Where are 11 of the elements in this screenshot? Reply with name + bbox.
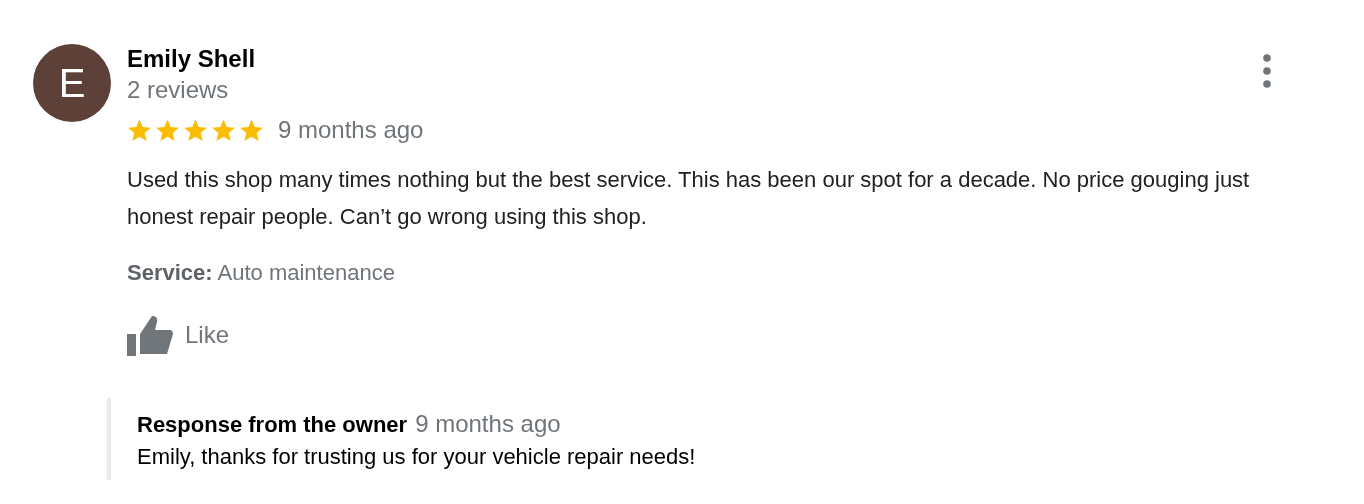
service-line: Service: Auto maintenance [127, 260, 396, 286]
reviewer-name[interactable]: Emily Shell [127, 44, 256, 74]
review-text: Used this shop many times nothing but the best service. This has been our spot for a decade. No price gouging just honest repair people. Can’t go wrong using this shop. [127, 166, 1251, 231]
more-icon[interactable] [1263, 54, 1271, 88]
like-button[interactable]: Like [127, 314, 230, 356]
avatar: E [33, 44, 111, 122]
response-title: Response from the owner [137, 412, 408, 438]
review-count: 2 reviews [127, 75, 230, 105]
review-time: 9 months ago [278, 116, 424, 144]
response-time: 9 months ago [415, 410, 561, 438]
response-text: Emily, thanks for trusting us for your vehicle repair needs! [137, 444, 697, 470]
